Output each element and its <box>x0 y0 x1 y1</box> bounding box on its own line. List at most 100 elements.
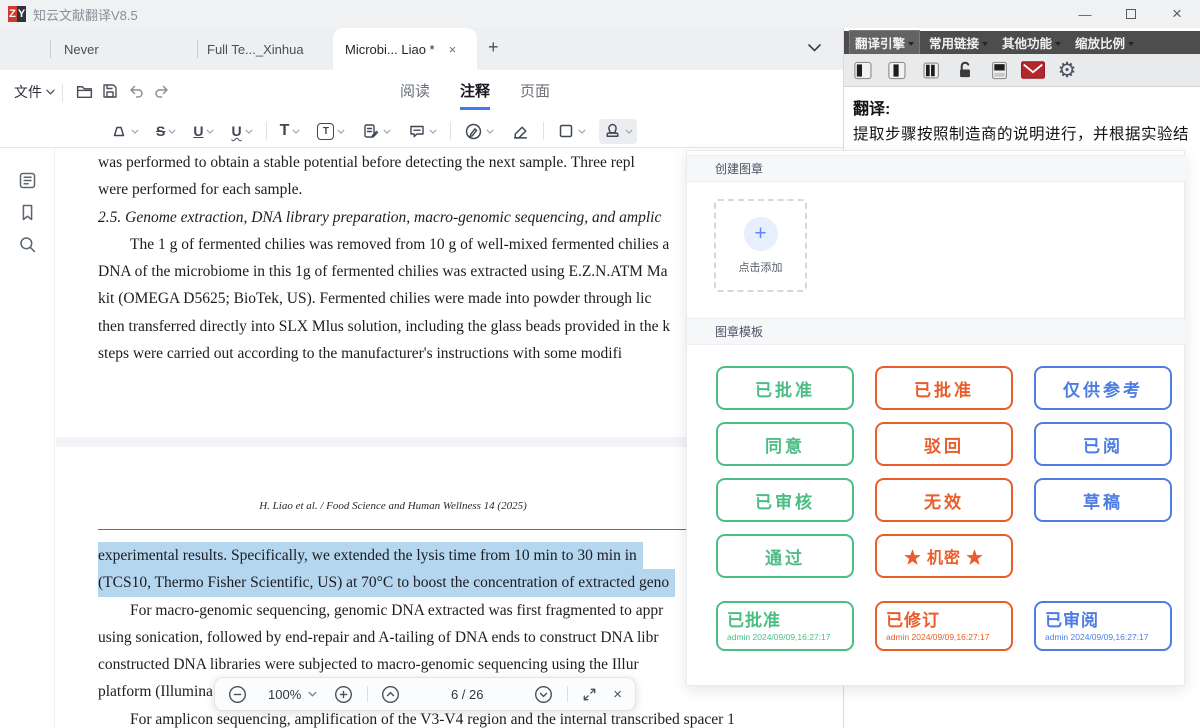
add-stamp-label: 点击添加 <box>739 259 783 275</box>
search-icon <box>17 234 38 255</box>
bookmarks-panel-button[interactable] <box>17 202 38 223</box>
custom-stamp-approved[interactable]: 已批准 admin 2024/09/09,16:27:17 <box>716 601 854 651</box>
eraser-icon <box>511 122 530 141</box>
bookmark-icon <box>17 202 38 223</box>
zoom-in-button[interactable] <box>334 685 353 704</box>
layout-left-bar-icon <box>852 59 875 82</box>
stamp-reviewed[interactable]: 已审核 <box>716 478 854 522</box>
logo-y: Y <box>17 6 26 22</box>
logo-z: Z <box>8 6 17 22</box>
tab-close-icon[interactable]: × <box>449 42 457 57</box>
bar-separator <box>367 686 368 702</box>
file-menu[interactable]: 文件 <box>14 82 55 102</box>
page-view-button[interactable] <box>987 58 1011 82</box>
tab-annotate[interactable]: 注释 <box>460 80 490 110</box>
tab-list-chevron-icon[interactable] <box>808 44 821 52</box>
menu-other-functions[interactable]: 其他功能 <box>997 31 1066 54</box>
redo-icon[interactable] <box>152 81 172 101</box>
stamp-grid-empty-cell <box>1034 534 1172 578</box>
highlight-tool-button[interactable] <box>106 119 143 143</box>
shape-tool-button[interactable] <box>553 119 590 143</box>
next-page-button[interactable] <box>534 685 553 704</box>
tab-microbi-liao-active[interactable]: Microbi... Liao * × <box>333 28 477 70</box>
toolbar-separator <box>543 122 544 140</box>
zoom-out-button[interactable] <box>228 685 247 704</box>
toolbar-separator <box>450 122 451 140</box>
layout-center-bar-icon <box>886 59 909 82</box>
eraser-tool-button[interactable] <box>507 119 534 144</box>
stamp-passed[interactable]: 通过 <box>716 534 854 578</box>
chevron-down-icon <box>1055 42 1061 46</box>
custom-stamp-grid: 已批准 admin 2024/09/09,16:27:17 已修订 admin … <box>716 601 1172 651</box>
textbox-tool-button[interactable]: T <box>313 120 349 143</box>
menu-common-links[interactable]: 常用链接 <box>924 31 993 54</box>
stamp-icon <box>603 122 622 141</box>
save-icon[interactable] <box>100 81 120 101</box>
note-tool-button[interactable] <box>358 119 395 143</box>
comment-tool-button[interactable] <box>404 119 441 143</box>
stamp-draft[interactable]: 草稿 <box>1034 478 1172 522</box>
stamp-invalid[interactable]: 无效 <box>875 478 1013 522</box>
stamp-agree[interactable]: 同意 <box>716 422 854 466</box>
fullscreen-button[interactable] <box>581 686 598 703</box>
minimize-button[interactable]: — <box>1062 0 1108 28</box>
previous-page-button[interactable] <box>381 685 400 704</box>
strikethrough-tool-button[interactable]: S <box>152 121 180 141</box>
close-icon: × <box>1172 4 1182 24</box>
tab-read[interactable]: 阅读 <box>400 80 430 110</box>
search-panel-button[interactable] <box>17 234 38 255</box>
stamp-meta: admin 2024/09/09,16:27:17 <box>1045 632 1161 642</box>
open-file-icon[interactable] <box>74 81 94 101</box>
mail-button[interactable] <box>1021 58 1045 82</box>
stamp-approved-orange[interactable]: 已批准 <box>875 366 1013 410</box>
stamp-rejected[interactable]: 驳回 <box>875 422 1013 466</box>
squiggly-underline-tool-button[interactable]: U <box>227 121 256 141</box>
layout-two-bars-icon <box>920 59 943 82</box>
stamp-reference-only[interactable]: 仅供参考 <box>1034 366 1172 410</box>
new-tab-button[interactable]: + <box>488 37 499 58</box>
underline-tool-button[interactable]: U <box>189 121 218 141</box>
translation-icon-row: ⚙ <box>844 54 1200 87</box>
zoom-level[interactable]: 100% <box>268 687 301 702</box>
stamp-read[interactable]: 已阅 <box>1034 422 1172 466</box>
strikethrough-icon: S <box>156 124 165 138</box>
layout-dual-button[interactable] <box>919 58 943 82</box>
pen-tool-button[interactable] <box>460 119 498 144</box>
menu-zoom-ratio[interactable]: 缩放比例 <box>1070 31 1139 54</box>
custom-stamp-reviewed[interactable]: 已审阅 admin 2024/09/09,16:27:17 <box>1034 601 1172 651</box>
page-down-icon <box>534 685 553 704</box>
stamp-approved-green[interactable]: 已批准 <box>716 366 854 410</box>
add-stamp-button[interactable]: + 点击添加 <box>714 199 807 292</box>
close-button[interactable]: × <box>1154 0 1200 28</box>
header-rule <box>98 529 746 530</box>
tab-never[interactable]: Never <box>64 28 99 70</box>
annotation-toolbar: S U U T T <box>0 115 843 148</box>
thumbnails-panel-button[interactable] <box>17 170 38 191</box>
settings-button[interactable]: ⚙ <box>1055 58 1079 82</box>
page-up-icon <box>381 685 400 704</box>
running-header: H. Liao et al. / Food Science and Human … <box>98 500 688 512</box>
lock-button[interactable] <box>953 58 977 82</box>
undo-icon[interactable] <box>126 81 146 101</box>
tab-page[interactable]: 页面 <box>520 80 550 110</box>
stamp-tool-button[interactable] <box>599 119 637 144</box>
tab-separator <box>197 40 198 58</box>
text-icon: T <box>280 123 290 139</box>
layout-split-button[interactable] <box>885 58 909 82</box>
layout-single-button[interactable] <box>851 58 875 82</box>
maximize-icon <box>1126 9 1136 19</box>
chevron-down-icon <box>982 42 988 46</box>
tab-fulltext-xinhua[interactable]: Full Te..._Xinhua <box>207 28 304 70</box>
chevron-down-icon <box>1128 42 1134 46</box>
close-bar-button[interactable]: × <box>613 686 622 703</box>
left-sidebar <box>0 148 55 728</box>
stamp-confidential[interactable]: ★ 机密 ★ <box>875 534 1013 578</box>
translation-result-text: 提取步骤按照制造商的说明进行，并根据实验结 <box>853 122 1198 144</box>
maximize-button[interactable] <box>1108 0 1154 28</box>
text-tool-button[interactable]: T <box>276 120 305 142</box>
zoom-chevron-icon[interactable] <box>308 691 317 697</box>
custom-stamp-revised[interactable]: 已修订 admin 2024/09/09,16:27:17 <box>875 601 1013 651</box>
translate-label: 翻译: <box>853 95 890 119</box>
menu-translation-engine[interactable]: 翻译引擎 <box>849 30 920 55</box>
zoom-in-icon <box>334 685 353 704</box>
